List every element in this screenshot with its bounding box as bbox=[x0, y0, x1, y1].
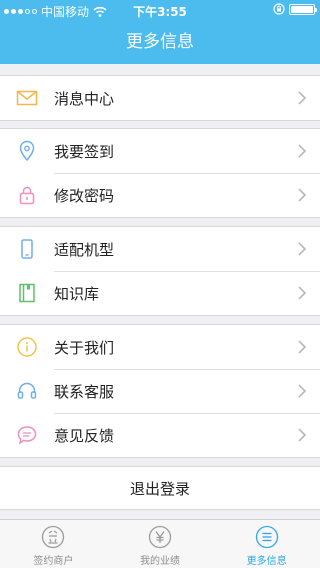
feedback-bubble-icon bbox=[17, 426, 37, 445]
menu-item-label: 联系客服 bbox=[54, 382, 115, 401]
menu-item-supported-models[interactable]: 适配机型 bbox=[0, 227, 320, 271]
menu-item-label: 适配机型 bbox=[54, 240, 115, 259]
envelope-icon bbox=[16, 90, 38, 106]
menu-item-customer-service[interactable]: 联系客服 bbox=[0, 369, 320, 413]
menu-item-label: 知识库 bbox=[54, 284, 100, 303]
menu-item-label: 我要签到 bbox=[54, 142, 115, 161]
menu-group-resources: 适配机型 知识库 bbox=[0, 226, 320, 316]
chevron-right-icon bbox=[298, 428, 306, 442]
menu-item-check-in[interactable]: 我要签到 bbox=[0, 129, 320, 173]
status-bar: 中国移动 下午3:55 bbox=[0, 0, 320, 20]
menu-item-label: 意见反馈 bbox=[54, 426, 115, 445]
rotation-lock-icon bbox=[273, 3, 285, 15]
menu-item-label: 消息中心 bbox=[54, 89, 115, 108]
tab-label: 更多信息 bbox=[246, 556, 287, 567]
chevron-right-icon bbox=[298, 242, 306, 256]
info-icon bbox=[17, 337, 37, 357]
tab-label: 我的业绩 bbox=[140, 556, 180, 567]
status-time: 下午3:55 bbox=[133, 5, 187, 19]
logout-button[interactable]: 退出登录 bbox=[0, 466, 320, 510]
chevron-right-icon bbox=[298, 340, 306, 354]
menu-item-label: 修改密码 bbox=[54, 186, 115, 205]
menu-item-knowledge-base[interactable]: 知识库 bbox=[0, 271, 320, 315]
signed-merchant-icon bbox=[42, 525, 65, 549]
menu-group-support: 关于我们 联系客服 意见反馈 bbox=[0, 324, 320, 458]
tab-my-performance[interactable]: 我的业绩 bbox=[107, 520, 214, 568]
tab-signed-merchants[interactable]: 签约商户 bbox=[0, 520, 107, 568]
yen-coin-icon bbox=[148, 525, 172, 549]
menu-group-messages: 消息中心 bbox=[0, 75, 320, 121]
menu-item-message-center[interactable]: 消息中心 bbox=[0, 76, 320, 120]
menu-group-account: 我要签到 修改密码 bbox=[0, 128, 320, 218]
chevron-right-icon bbox=[298, 144, 306, 158]
phone-icon bbox=[21, 239, 33, 259]
tab-more-info[interactable]: 更多信息 bbox=[213, 520, 320, 568]
menu-item-change-password[interactable]: 修改密码 bbox=[0, 173, 320, 217]
tab-label: 签约商户 bbox=[33, 556, 74, 567]
chevron-right-icon bbox=[298, 91, 306, 105]
padlock-icon bbox=[19, 186, 35, 205]
tab-bar: 签约商户 我的业绩 更多信息 bbox=[0, 519, 320, 568]
location-pin-icon bbox=[19, 140, 35, 162]
app-header: 中国移动 下午3:55 更多信息 bbox=[0, 0, 320, 64]
menu-item-feedback[interactable]: 意见反馈 bbox=[0, 413, 320, 457]
chevron-right-icon bbox=[298, 188, 306, 202]
page-title: 更多信息 bbox=[126, 32, 194, 52]
more-list-icon bbox=[255, 525, 278, 549]
menu-item-label: 关于我们 bbox=[54, 338, 115, 357]
chevron-right-icon bbox=[298, 384, 306, 398]
headset-icon bbox=[17, 382, 37, 399]
chevron-right-icon bbox=[298, 286, 306, 300]
battery-icon bbox=[289, 3, 317, 15]
book-icon bbox=[19, 283, 35, 303]
menu-item-about-us[interactable]: 关于我们 bbox=[0, 325, 320, 369]
